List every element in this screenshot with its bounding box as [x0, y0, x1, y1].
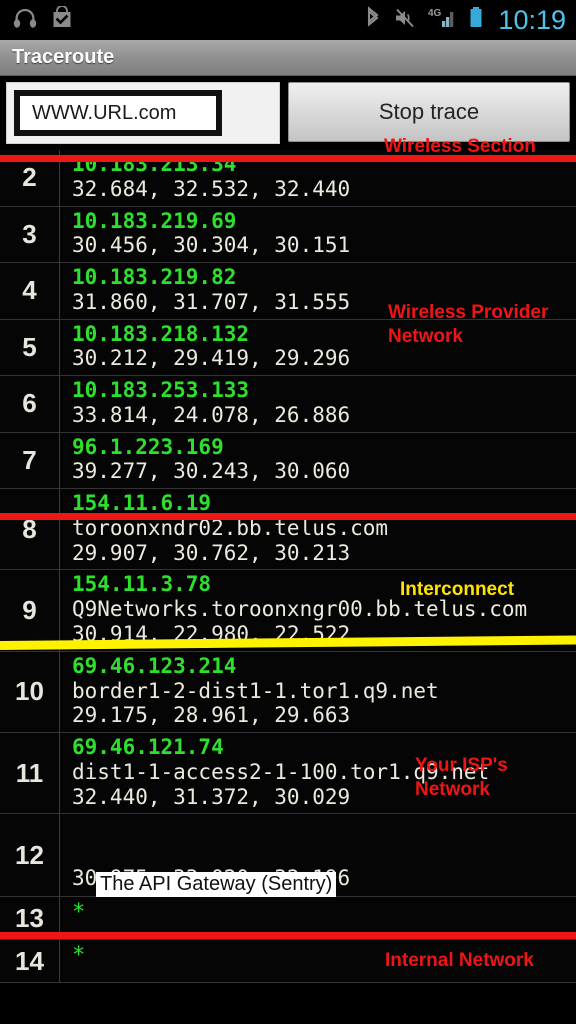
hop-times: 29.907, 30.762, 30.213: [72, 540, 351, 565]
hop-ip: 10.183.213.34: [72, 152, 237, 176]
hop-details: 10.183.218.132 30.212, 29.419, 29.296: [60, 320, 576, 376]
android-status-bar: 4G 10:19: [0, 0, 576, 40]
url-input[interactable]: WWW.URL.com: [14, 90, 222, 136]
hop-ip: 96.1.223.169: [72, 434, 224, 459]
headphones-icon: [12, 7, 38, 34]
hop-hostname: toroonxndr02.bb.telus.com: [72, 515, 389, 540]
hop-ip: 69.46.123.214: [72, 653, 237, 678]
svg-text:4G: 4G: [428, 8, 442, 19]
hop-ip: 154.11.6.19: [72, 491, 212, 516]
hop-times: 30.456, 30.304, 30.151: [72, 233, 351, 258]
trace-controls-bar: WWW.URL.com Stop trace: [0, 76, 576, 150]
table-row[interactable]: 5 10.183.218.132 30.212, 29.419, 29.296: [0, 319, 576, 377]
table-row[interactable]: 14 *: [0, 940, 576, 984]
hop-number: 5: [0, 319, 60, 376]
hop-details: 10.183.213.34 32.684, 32.532, 32.440: [60, 150, 576, 206]
hop-details: 10.183.219.69 30.456, 30.304, 30.151: [60, 207, 576, 263]
hop-number: 10: [0, 651, 60, 733]
hop-hostname: Q9Networks.toroonxngr00.bb.telus.com: [72, 597, 528, 622]
status-bar-left-icons: [12, 4, 73, 35]
hop-number: 13: [0, 897, 60, 940]
page-title: Traceroute: [12, 46, 115, 68]
hop-number: 3: [0, 206, 60, 263]
table-row[interactable]: 13 *: [0, 897, 576, 941]
hop-timeout-marker: *: [72, 900, 86, 926]
battery-icon: [468, 5, 484, 36]
table-row[interactable]: 9 154.11.3.78 Q9Networks.toroonxngr00.bb…: [0, 570, 576, 652]
hop-number: 9: [0, 570, 60, 651]
hop-details: 154.11.6.19 toroonxndr02.bb.telus.com 29…: [60, 489, 576, 569]
hop-details: 154.11.3.78 Q9Networks.toroonxngr00.bb.t…: [60, 570, 576, 650]
hop-number: 12: [0, 814, 60, 897]
table-row[interactable]: 3 10.183.219.69 30.456, 30.304, 30.151: [0, 206, 576, 264]
hop-ip: 10.183.218.132: [72, 321, 250, 346]
hop-details: 10.183.253.133 33.814, 24.078, 26.886: [60, 376, 576, 432]
hop-details: *: [60, 897, 576, 939]
hop-timeout-marker: *: [72, 943, 86, 969]
hop-details: 69.46.123.214 border1-2-dist1-1.tor1.q9.…: [60, 652, 576, 732]
hop-times: 30.212, 29.419, 29.296: [72, 346, 351, 371]
hop-number: 8: [0, 489, 60, 570]
hop-number: 7: [0, 432, 60, 489]
hop-ip: 10.183.219.69: [72, 208, 237, 233]
table-row[interactable]: 4 10.183.219.82 31.860, 31.707, 31.555: [0, 263, 576, 320]
hop-details: 10.183.219.82 31.860, 31.707, 31.555: [60, 263, 576, 319]
hop-hostname: border1-2-dist1-1.tor1.q9.net: [72, 678, 439, 703]
hop-number: 4: [0, 263, 60, 319]
hop-times: 39.277, 30.243, 30.060: [72, 459, 351, 484]
hop-times: 33.814, 24.078, 26.886: [72, 402, 351, 427]
table-row[interactable]: 7 96.1.223.169 39.277, 30.243, 30.060: [0, 432, 576, 490]
hop-times: 31.860, 31.707, 31.555: [72, 289, 351, 314]
bluetooth-icon: [364, 5, 382, 36]
hop-details: 69.46.121.74 dist1-1-access2-1-100.tor1.…: [60, 733, 576, 813]
traceroute-hop-list[interactable]: 2 10.183.213.34 32.684, 32.532, 32.440 3…: [0, 150, 576, 984]
hop-number: 14: [0, 940, 60, 983]
hop-details: *: [60, 940, 576, 982]
volume-muted-icon: [394, 6, 416, 35]
status-bar-clock: 10:19: [498, 4, 566, 35]
table-row[interactable]: 10 69.46.123.214 border1-2-dist1-1.tor1.…: [0, 651, 576, 734]
app-title-bar: Traceroute: [0, 40, 576, 76]
stop-trace-button[interactable]: Stop trace: [288, 82, 570, 142]
traceroute-app-screen: 4G 10:19 Traceroute WWW.URL.com Stop tra…: [0, 0, 576, 1024]
signal-4g-icon: 4G: [428, 5, 456, 36]
hop-hostname: dist1-1-access2-1-100.tor1.q9.net: [72, 759, 490, 784]
hop-ip: 154.11.3.78: [72, 572, 212, 597]
status-bar-right-icons: 4G 10:19: [364, 5, 566, 36]
hop-times: 30.914, 22.980, 22.522: [72, 622, 351, 647]
table-row[interactable]: 6 10.183.253.133 33.814, 24.078, 26.886: [0, 376, 576, 433]
play-store-bag-icon: [51, 4, 73, 35]
url-input-container[interactable]: WWW.URL.com: [6, 82, 280, 144]
hop-number: 11: [0, 733, 60, 814]
redaction-label-api-gateway: The API Gateway (Sentry): [96, 872, 337, 897]
hop-hostname: [72, 836, 576, 866]
url-input-value: WWW.URL.com: [32, 101, 177, 124]
table-row[interactable]: 2 10.183.213.34 32.684, 32.532, 32.440: [0, 150, 576, 207]
hop-number: 2: [0, 150, 60, 206]
table-row[interactable]: 11 69.46.121.74 dist1-1-access2-1-100.to…: [0, 733, 576, 815]
hop-times: 32.440, 31.372, 30.029: [72, 784, 351, 809]
hop-times: 29.175, 28.961, 29.663: [72, 703, 351, 728]
hop-number: 6: [0, 376, 60, 432]
hop-times: 32.684, 32.532, 32.440: [72, 176, 351, 201]
hop-ip: 10.183.219.82: [72, 265, 237, 290]
hop-ip: 10.183.253.133: [72, 378, 250, 403]
hop-ip: 69.46.121.74: [72, 735, 224, 760]
hop-details: 96.1.223.169 39.277, 30.243, 30.060: [60, 433, 576, 489]
table-row[interactable]: 8 154.11.6.19 toroonxndr02.bb.telus.com …: [0, 489, 576, 571]
